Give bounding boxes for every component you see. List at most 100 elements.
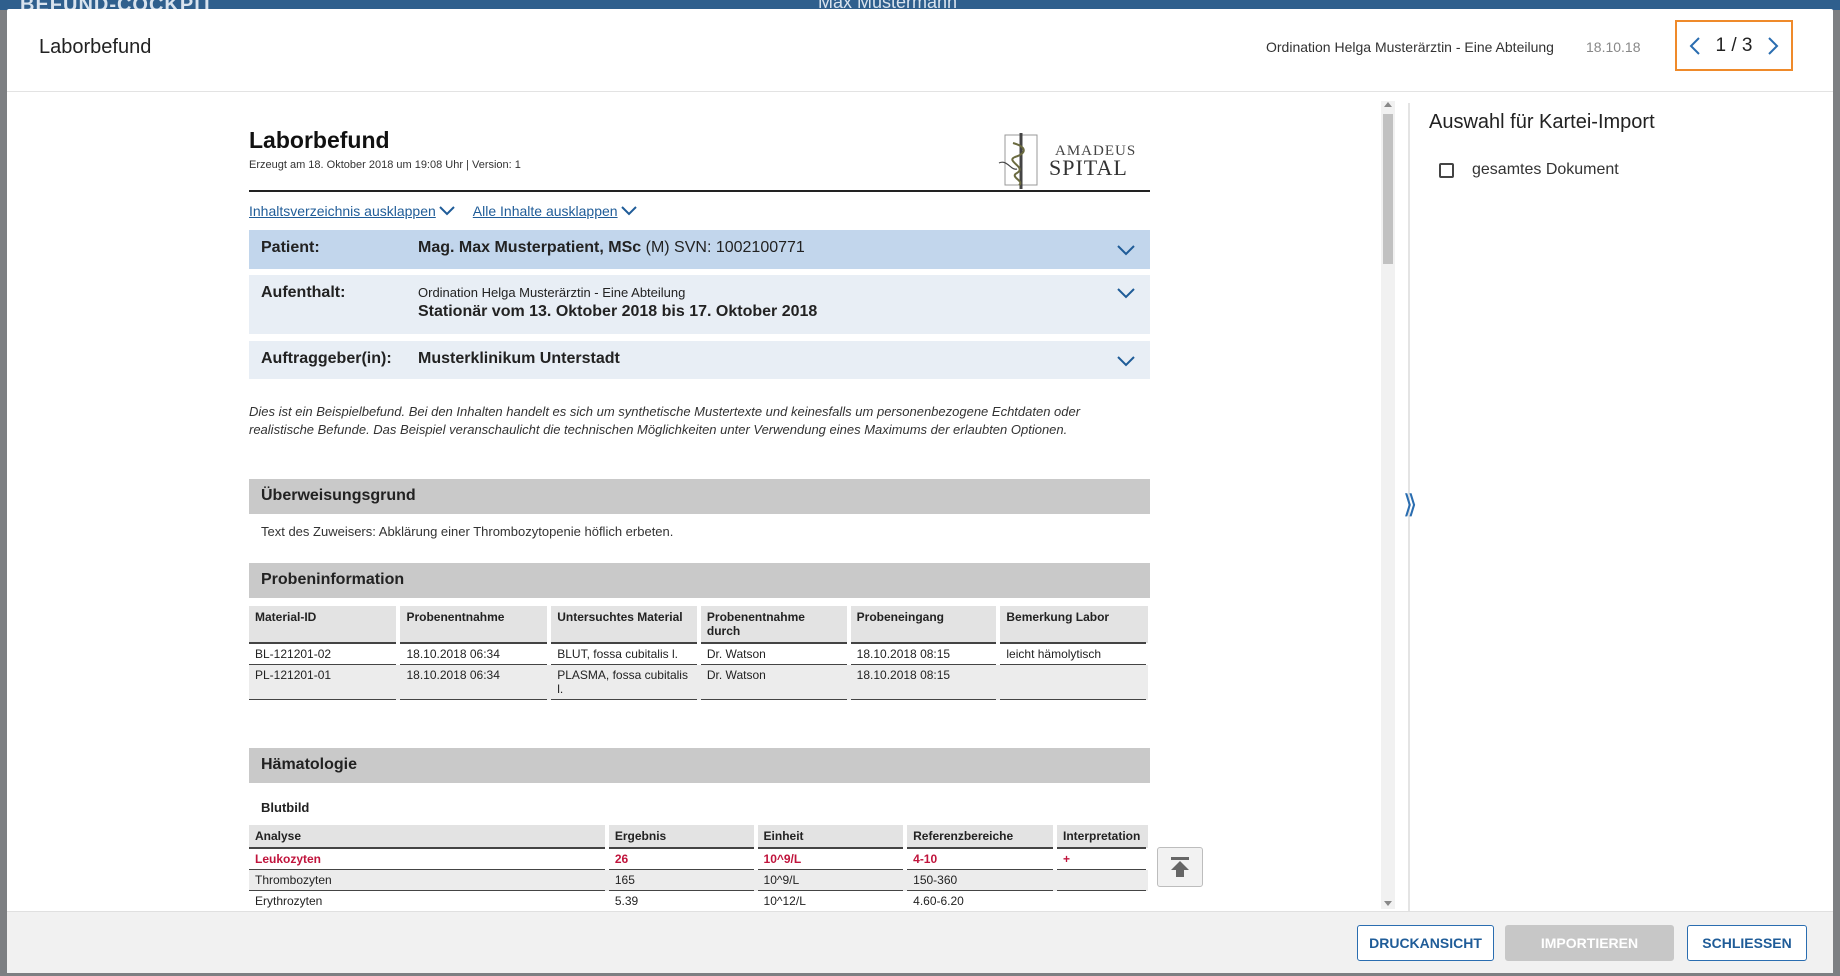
table-cell: 26 <box>606 848 756 870</box>
whole-document-label: gesamtes Dokument <box>1472 161 1619 178</box>
table-cell: PL-121201-01 <box>249 664 399 700</box>
orderer-label: Auftraggeber(in): <box>261 350 392 367</box>
expand-all-label: Alle Inhalte ausklappen <box>472 203 618 219</box>
table-cell <box>1054 890 1148 911</box>
document-pager: 1 / 3 <box>1675 20 1793 71</box>
import-button[interactable]: IMPORTIEREN <box>1505 925 1674 961</box>
table-cell: Erythrozyten <box>249 890 607 911</box>
section-referral-heading: Überweisungsgrund <box>249 479 1150 514</box>
table-header: Probeneingang <box>848 606 1001 644</box>
table-header: Probenentnahme durch <box>698 606 851 644</box>
table-cell: Thrombozyten <box>249 869 607 891</box>
chevron-right-icon <box>1768 36 1779 55</box>
table-cell: 18.10.2018 06:34 <box>398 664 550 700</box>
table-cell: 18.10.2018 08:15 <box>848 664 999 700</box>
stay-org: Ordination Helga Musterärztin - Eine Abt… <box>418 285 686 300</box>
section-samples-heading: Probeninformation <box>249 563 1150 598</box>
import-panel: Auswahl für Kartei-Import gesamtes Dokum… <box>1411 93 1831 911</box>
chevron-down-icon <box>439 206 455 216</box>
table-cell <box>998 664 1148 700</box>
pager-count: 1 / 3 <box>1715 34 1753 56</box>
table-header: Probenentnahme <box>398 606 552 644</box>
patient-sex: (M) <box>645 239 670 256</box>
modal-title: Laborbefund <box>39 36 152 58</box>
table-cell: 165 <box>606 869 756 891</box>
table-row: Leukozyten 26 10^9/L 4-10 + <box>249 848 1148 870</box>
scroll-up-arrow[interactable] <box>1384 102 1392 107</box>
table-header: Referenzbereiche <box>905 825 1057 849</box>
table-cell: 10^9/L <box>755 848 906 870</box>
table-row: Erythrozyten 5.39 10^12/L 4.60-6.20 <box>249 890 1148 911</box>
table-cell: 10^12/L <box>755 890 906 911</box>
table-header: Untersuchtes Material <box>549 606 701 644</box>
chevron-down-icon <box>620 206 637 216</box>
close-button[interactable]: SCHLIESSEN <box>1687 925 1807 961</box>
table-cell: 18.10.2018 06:34 <box>398 643 550 665</box>
chevron-down-icon <box>1117 245 1135 256</box>
patient-svn: SVN: 1002100771 <box>674 239 805 256</box>
arrow-up-to-line-icon <box>1171 857 1189 877</box>
table-cell: PLASMA, fossa cubitalis l. <box>549 664 699 700</box>
table-cell: leicht hämolytisch <box>998 643 1148 665</box>
table-cell <box>1054 869 1148 891</box>
table-header: Analyse <box>249 825 609 849</box>
expand-all-link[interactable]: Alle Inhalte ausklappen <box>473 203 637 219</box>
table-row: PL-121201-01 18.10.2018 06:34 PLASMA, fo… <box>249 664 1148 700</box>
table-cell: 10^9/L <box>755 869 906 891</box>
table-header: Einheit <box>755 825 908 849</box>
table-row: BL-121201-02 18.10.2018 06:34 BLUT, foss… <box>249 643 1148 665</box>
table-cell: Dr. Watson <box>698 664 849 700</box>
header-rule <box>249 190 1150 192</box>
table-cell: 5.39 <box>606 890 756 911</box>
referral-text: Text des Zuweisers: Abklärung einer Thro… <box>261 524 674 539</box>
section-hematology-heading: Hämatologie <box>249 748 1150 783</box>
table-cell: 150-360 <box>905 869 1055 891</box>
stay-period: Stationär vom 13. Oktober 2018 bis 17. O… <box>418 303 818 320</box>
samples-table: Material-ID Probenentnahme Untersuchtes … <box>249 606 1150 700</box>
table-header: Ergebnis <box>606 825 758 849</box>
modal-header: Laborbefund Ordination Helga Musterärzti… <box>7 9 1833 92</box>
whole-document-option[interactable]: gesamtes Dokument <box>1439 161 1619 179</box>
table-cell: BLUT, fossa cubitalis l. <box>549 643 699 665</box>
scrollbar-thumb[interactable] <box>1383 114 1393 264</box>
scroll-to-top-button[interactable] <box>1157 847 1203 887</box>
orderer-value: Musterklinikum Unterstadt <box>418 350 620 367</box>
table-row: Thrombozyten 165 10^9/L 150-360 <box>249 869 1148 891</box>
expand-toc-link[interactable]: Inhaltsverzeichnis ausklappen <box>249 203 455 219</box>
document-subtitle: Erzeugt am 18. Oktober 2018 um 19:08 Uhr… <box>249 159 521 171</box>
table-cell: + <box>1054 848 1148 870</box>
hospital-logo: AMADEUS SPITAL <box>998 133 1135 189</box>
table-cell: Dr. Watson <box>698 643 849 665</box>
prev-document-button[interactable] <box>1684 35 1706 57</box>
table-cell: Leukozyten <box>249 848 607 870</box>
table-cell: 4-10 <box>905 848 1055 870</box>
hematology-heading: Hämatologie <box>261 756 358 773</box>
expand-links: Inhaltsverzeichnis ausklappen Alle Inhal… <box>249 203 637 219</box>
header-date: 18.10.18 <box>1586 39 1641 55</box>
orderer-row[interactable]: Auftraggeber(in): Musterklinikum Unterst… <box>249 341 1150 379</box>
document-modal: Laborbefund Ordination Helga Musterärzti… <box>7 9 1833 973</box>
patient-row[interactable]: Patient: Mag. Max Musterpatient, MSc (M)… <box>249 230 1150 269</box>
patient-label: Patient: <box>261 239 320 256</box>
whole-document-checkbox[interactable] <box>1439 162 1454 178</box>
disclaimer-text: Dies ist ein Beispielbefund. Bei den Inh… <box>249 404 1081 437</box>
chevron-down-icon <box>1117 288 1135 299</box>
table-header: Interpretation <box>1054 825 1148 849</box>
table-cell: BL-121201-02 <box>249 643 399 665</box>
patient-name: Mag. Max Musterpatient, MSc <box>418 239 642 256</box>
referral-heading: Überweisungsgrund <box>261 487 416 504</box>
modal-footer: DRUCKANSICHT IMPORTIEREN SCHLIESSEN <box>7 911 1833 973</box>
import-panel-title: Auswahl für Kartei-Import <box>1429 111 1655 133</box>
print-view-button[interactable]: DRUCKANSICHT <box>1357 925 1494 961</box>
stay-row[interactable]: Aufenthalt: Ordination Helga Musterärzti… <box>249 275 1150 334</box>
table-header: Material-ID <box>249 606 401 644</box>
document-viewer[interactable]: Laborbefund Erzeugt am 18. Oktober 2018 … <box>7 93 1407 911</box>
hematology-table: Analyse Ergebnis Einheit Referenzbereich… <box>249 825 1150 911</box>
samples-heading: Probeninformation <box>261 571 405 588</box>
document-title: Laborbefund <box>249 127 390 153</box>
next-document-button[interactable] <box>1762 35 1784 57</box>
chevron-left-icon <box>1689 36 1700 55</box>
scroll-down-arrow[interactable] <box>1384 901 1392 906</box>
stay-label: Aufenthalt: <box>261 284 346 301</box>
patient-value: Mag. Max Musterpatient, MSc (M) SVN: 100… <box>418 239 805 257</box>
